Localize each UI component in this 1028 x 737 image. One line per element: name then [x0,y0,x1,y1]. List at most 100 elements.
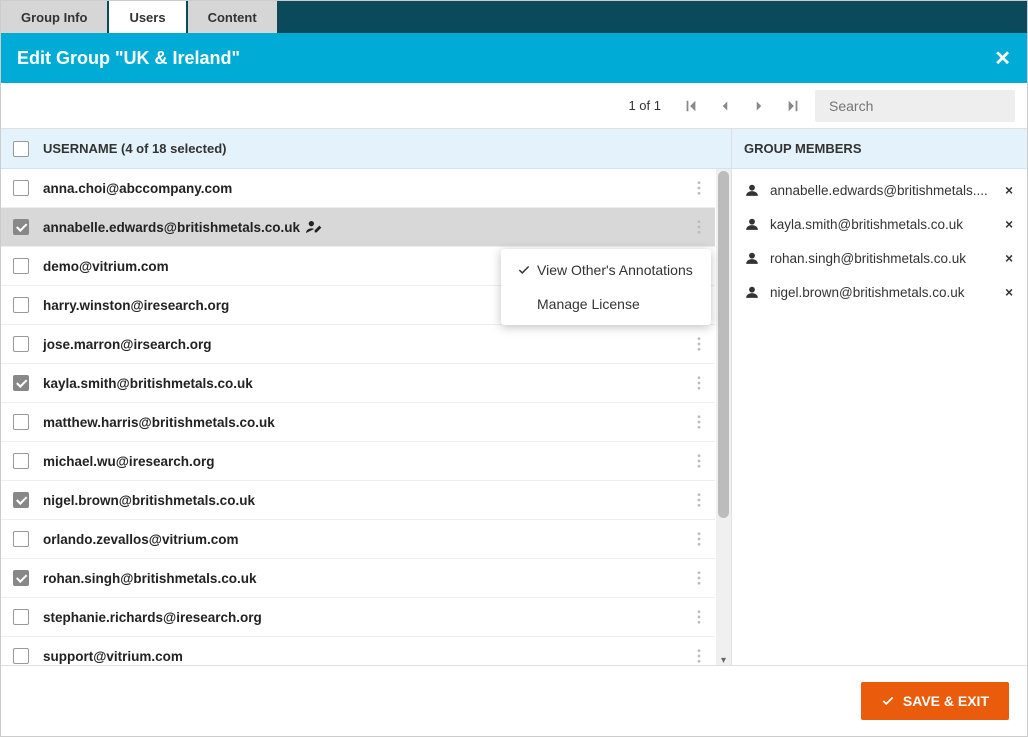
kebab-icon [697,532,701,546]
member-name: nigel.brown@britishmetals.co.uk [770,285,1001,300]
check-icon [513,263,535,277]
user-name: support@vitrium.com [43,649,183,664]
user-row[interactable]: stephanie.richards@iresearch.org [1,598,715,637]
user-row[interactable]: nigel.brown@britishmetals.co.uk [1,481,715,520]
user-checkbox[interactable] [13,531,29,547]
user-checkbox[interactable] [13,219,29,235]
user-name: stephanie.richards@iresearch.org [43,610,262,625]
context-menu-item[interactable]: Manage License [501,287,711,321]
tab-content[interactable]: Content [188,1,277,33]
check-icon [881,694,895,708]
user-name: kayla.smith@britishmetals.co.uk [43,376,253,391]
user-checkbox[interactable] [13,297,29,313]
user-name: jose.marron@irsearch.org [43,337,211,352]
kebab-icon [697,454,701,468]
toolbar: 1 of 1 [1,83,1027,129]
search-input[interactable] [829,98,1010,114]
user-checkbox[interactable] [13,180,29,196]
close-icon[interactable]: ✕ [994,46,1011,71]
kebab-icon [697,415,701,429]
context-menu-item[interactable]: View Other's Annotations [501,253,711,287]
member-name: kayla.smith@britishmetals.co.uk [770,217,1001,232]
users-panel: USERNAME (4 of 18 selected) anna.choi@ab… [1,129,731,665]
tab-group-info[interactable]: Group Info [1,1,107,33]
kebab-icon [697,649,701,663]
user-name: orlando.zevallos@vitrium.com [43,532,238,547]
row-menu-button[interactable] [691,364,707,402]
user-name: demo@vitrium.com [43,259,169,274]
user-checkbox[interactable] [13,570,29,586]
row-menu-button[interactable] [691,598,707,636]
user-row[interactable]: jose.marron@irsearch.org [1,325,715,364]
member-row: kayla.smith@britishmetals.co.uk× [742,207,1017,241]
row-menu-button[interactable] [691,403,707,441]
user-row[interactable]: orlando.zevallos@vitrium.com [1,520,715,559]
row-menu-button[interactable] [691,520,707,558]
title-bar: Edit Group "UK & Ireland" ✕ [1,33,1027,83]
row-menu-button[interactable] [691,559,707,597]
row-menu-button[interactable] [691,481,707,519]
user-checkbox[interactable] [13,336,29,352]
user-checkbox[interactable] [13,375,29,391]
search-box[interactable] [815,90,1015,122]
user-name: harry.winston@iresearch.org [43,298,229,313]
tabs-bar: Group InfoUsersContent [1,1,1027,33]
members-header-label: GROUP MEMBERS [744,141,862,156]
prev-page-button[interactable] [713,94,737,118]
kebab-icon [697,181,701,195]
kebab-icon [697,337,701,351]
user-list: anna.choi@abccompany.com annabelle.edward… [1,169,715,665]
user-checkbox[interactable] [13,258,29,274]
user-name: matthew.harris@britishmetals.co.uk [43,415,275,430]
row-menu-button[interactable] [691,208,707,246]
user-row[interactable]: anna.choi@abccompany.com [1,169,715,208]
members-column-header: GROUP MEMBERS [732,129,1027,169]
kebab-icon [697,571,701,585]
row-menu-button[interactable] [691,169,707,207]
scroll-thumb[interactable] [718,171,729,518]
member-list: annabelle.edwards@britishmetals....×kayl… [732,169,1027,313]
remove-member-button[interactable]: × [1001,251,1017,266]
member-row: annabelle.edwards@britishmetals....× [742,173,1017,207]
first-page-button[interactable] [679,94,703,118]
save-exit-button[interactable]: SAVE & EXIT [861,682,1009,720]
user-checkbox[interactable] [13,609,29,625]
user-checkbox[interactable] [13,453,29,469]
user-name: annabelle.edwards@britishmetals.co.uk [43,220,300,235]
kebab-icon [697,376,701,390]
row-menu-button[interactable] [691,325,707,363]
scroll-down-icon[interactable]: ▾ [716,653,731,665]
user-row[interactable]: annabelle.edwards@britishmetals.co.uk [1,208,715,247]
user-checkbox[interactable] [13,648,29,664]
user-row[interactable]: matthew.harris@britishmetals.co.uk [1,403,715,442]
member-name: rohan.singh@britishmetals.co.uk [770,251,1001,266]
next-page-button[interactable] [747,94,771,118]
select-all-checkbox[interactable] [13,141,29,157]
row-menu-button[interactable] [691,442,707,480]
edit-group-dialog: Group InfoUsersContent Edit Group "UK & … [0,0,1028,737]
scrollbar[interactable]: ▴ ▾ [716,169,731,665]
kebab-icon [697,493,701,507]
tab-users[interactable]: Users [109,1,185,33]
user-name: rohan.singh@britishmetals.co.uk [43,571,256,586]
user-checkbox[interactable] [13,492,29,508]
user-row[interactable]: support@vitrium.com [1,637,715,665]
row-menu-button[interactable] [691,637,707,665]
save-exit-label: SAVE & EXIT [903,693,989,709]
members-panel: GROUP MEMBERS annabelle.edwards@britishm… [731,129,1027,665]
kebab-icon [697,220,701,234]
remove-member-button[interactable]: × [1001,217,1017,232]
person-icon [742,251,762,265]
context-menu: View Other's AnnotationsManage License [501,249,711,325]
remove-member-button[interactable]: × [1001,285,1017,300]
remove-member-button[interactable]: × [1001,183,1017,198]
user-row[interactable]: rohan.singh@britishmetals.co.uk [1,559,715,598]
user-checkbox[interactable] [13,414,29,430]
user-list-wrapper: anna.choi@abccompany.com annabelle.edward… [1,169,731,665]
user-row[interactable]: kayla.smith@britishmetals.co.uk [1,364,715,403]
last-page-button[interactable] [781,94,805,118]
person-icon [742,217,762,231]
page-indicator: 1 of 1 [628,98,661,113]
dialog-footer: SAVE & EXIT [1,666,1027,736]
user-row[interactable]: michael.wu@iresearch.org [1,442,715,481]
